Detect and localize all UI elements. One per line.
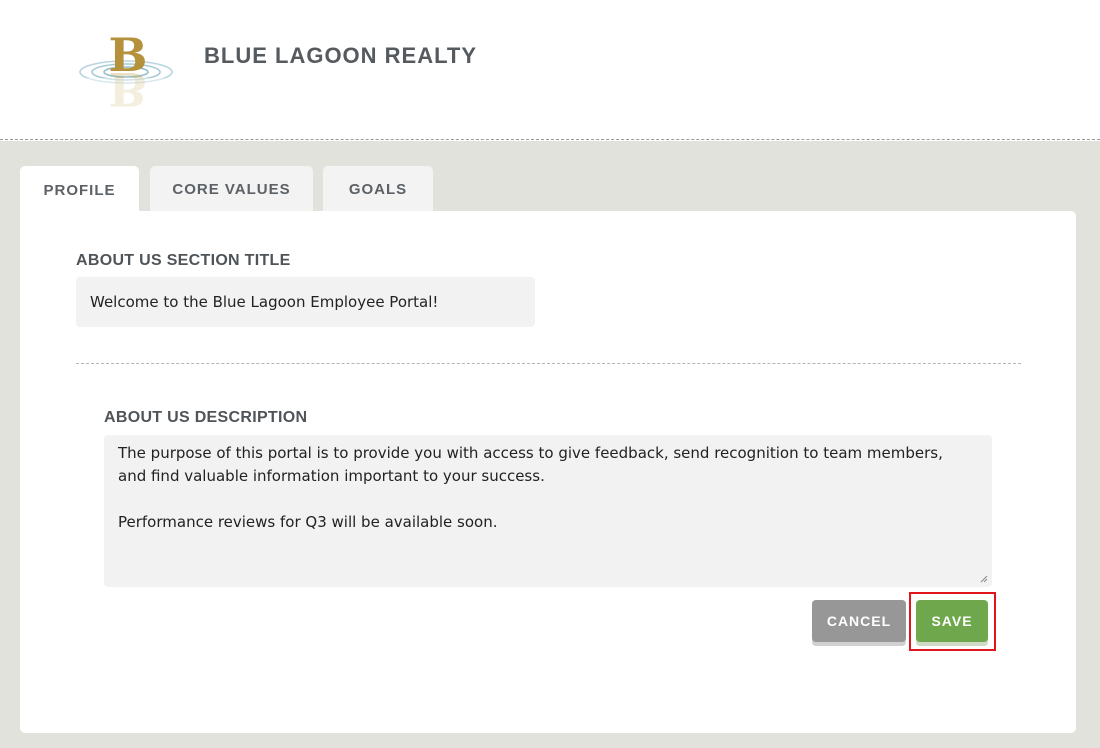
about-us-description-label: ABOUT US DESCRIPTION <box>104 409 308 426</box>
about-us-title-input[interactable] <box>76 277 535 327</box>
save-button[interactable]: SAVE <box>916 600 988 642</box>
resize-handle-icon[interactable] <box>980 575 988 583</box>
about-us-description-textarea[interactable]: The purpose of this portal is to provide… <box>104 435 992 587</box>
page-header: B B BLUE LAGOON REALTY <box>0 0 1100 140</box>
about-us-title-label: ABOUT US SECTION TITLE <box>76 252 291 269</box>
description-line: and find valuable information important … <box>118 467 545 485</box>
company-name: BLUE LAGOON REALTY <box>204 43 478 68</box>
tab-goals[interactable]: GOALS <box>323 166 433 212</box>
main-content: PROFILE CORE VALUES GOALS ABOUT US SECTI… <box>0 141 1100 748</box>
description-line: The purpose of this portal is to provide… <box>118 444 943 462</box>
tab-core-values[interactable]: CORE VALUES <box>150 166 313 212</box>
company-logo: B B <box>78 28 178 116</box>
section-divider <box>76 363 1021 364</box>
profile-panel: ABOUT US SECTION TITLE ABOUT US DESCRIPT… <box>20 211 1076 733</box>
description-blank-line <box>118 488 978 511</box>
tab-profile[interactable]: PROFILE <box>20 166 139 214</box>
description-line: Performance reviews for Q3 will be avail… <box>118 513 498 531</box>
cancel-button[interactable]: CANCEL <box>812 600 906 642</box>
